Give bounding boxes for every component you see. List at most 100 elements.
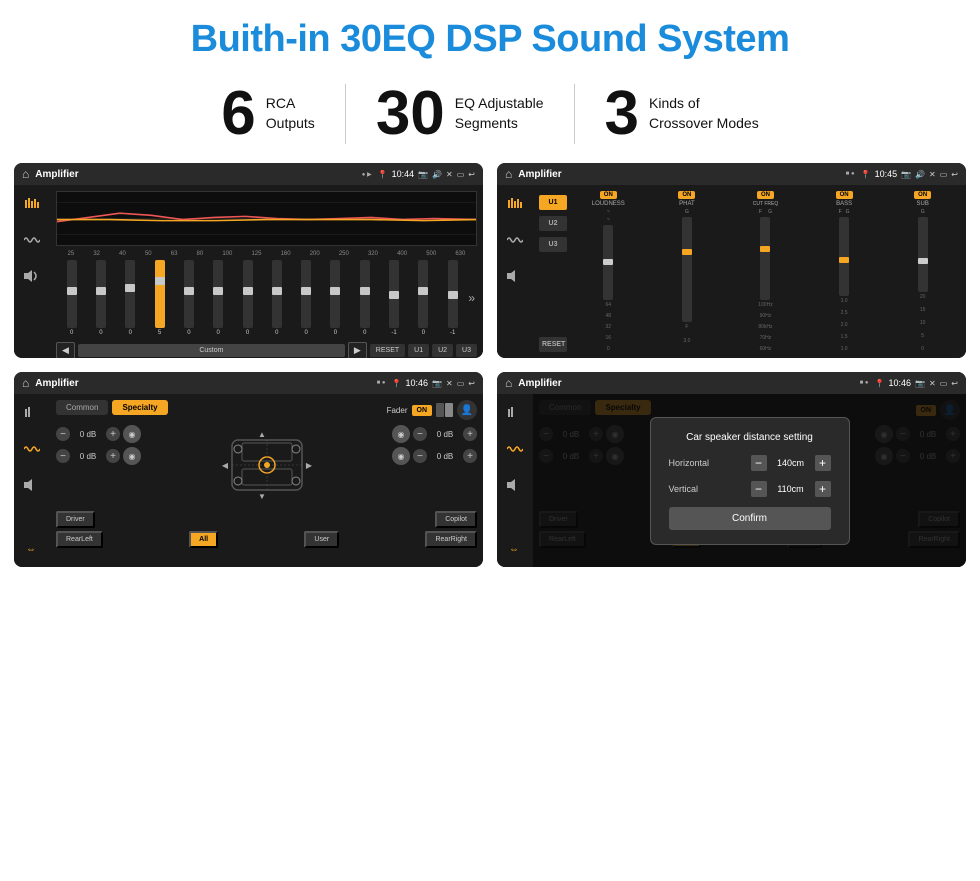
eq-slider-8[interactable]: 0 (263, 260, 290, 336)
vertical-plus[interactable]: + (815, 481, 831, 497)
eq-graph (56, 191, 477, 246)
band-on-phat[interactable]: ON (678, 191, 695, 199)
plus-btn-3[interactable]: + (463, 427, 477, 441)
back-icon-3[interactable]: ↩ (468, 379, 475, 388)
minus-btn-1[interactable]: − (56, 427, 70, 441)
horizontal-plus[interactable]: + (815, 455, 831, 471)
tab-specialty[interactable]: Specialty (112, 400, 167, 415)
spread-icon-3[interactable]: ⇔ (21, 537, 43, 559)
eq-next-button[interactable]: ▶ (348, 342, 367, 358)
eq-slider-2[interactable]: 0 (87, 260, 114, 336)
eq-u3-button[interactable]: U3 (456, 344, 477, 357)
spread-icon-4[interactable]: ⇔ (504, 537, 526, 559)
side-icons-1 (14, 185, 50, 358)
svg-text:▲: ▲ (258, 430, 266, 439)
wave-side-icon-3[interactable] (21, 438, 43, 460)
eq-u1-button[interactable]: U1 (408, 344, 429, 357)
chevron-right-icon[interactable]: » (468, 291, 475, 305)
back-icon-1[interactable]: ↩ (468, 170, 475, 179)
plus-btn-1[interactable]: + (106, 427, 120, 441)
home-icon-4[interactable]: ⌂ (505, 376, 512, 390)
svg-text:▼: ▼ (258, 492, 266, 501)
user-icon-3[interactable]: 👤 (457, 400, 477, 420)
band-on-bass[interactable]: ON (836, 191, 853, 199)
eq-slider-1[interactable]: 0 (58, 260, 85, 336)
band-on-cutfreq[interactable]: ON (757, 191, 774, 199)
band-slider-cutfreq[interactable] (760, 217, 770, 300)
eq-slider-9[interactable]: 0 (293, 260, 320, 336)
features-row: 6 RCA Outputs 30 EQ Adjustable Segments … (0, 75, 980, 163)
eq-slider-3[interactable]: 0 (117, 260, 144, 336)
driver-button[interactable]: Driver (56, 511, 95, 528)
eq-side-icon-1[interactable] (21, 193, 43, 215)
eq-slider-5[interactable]: 0 (175, 260, 202, 336)
preset-u1[interactable]: U1 (539, 195, 567, 210)
band-name-cutfreq: CUT FREQ (753, 201, 778, 207)
feature-number-3: 3 (605, 83, 639, 145)
screen1: ⌂ Amplifier ● ▶ 📍 10:44 📷 🔊 ✕ ▭ ↩ (14, 163, 483, 358)
eq-u2-button[interactable]: U2 (432, 344, 453, 357)
band-on-loudness[interactable]: ON (600, 191, 617, 199)
rearright-button[interactable]: RearRight (425, 531, 477, 548)
eq-slider-13[interactable]: 0 (410, 260, 437, 336)
eq-slider-12[interactable]: -1 (380, 260, 407, 336)
eq-side-icon-2[interactable] (504, 193, 526, 215)
minus-btn-3[interactable]: − (413, 427, 427, 441)
dialog-title: Car speaker distance setting (669, 432, 831, 443)
home-icon-3[interactable]: ⌂ (22, 376, 29, 390)
eq-slider-10[interactable]: 0 (322, 260, 349, 336)
plus-btn-4[interactable]: + (463, 449, 477, 463)
feature-item-2: 30 EQ Adjustable Segments (346, 83, 574, 145)
vol-side-icon-4[interactable] (504, 474, 526, 496)
eq-reset-button[interactable]: RESET (370, 344, 405, 357)
battery-icon-4: ▭ (940, 379, 948, 388)
distance-dialog: Car speaker distance setting Horizontal … (650, 417, 850, 545)
vertical-minus[interactable]: − (751, 481, 767, 497)
band-slider-bass[interactable] (839, 217, 849, 296)
home-icon-2[interactable]: ⌂ (505, 167, 512, 181)
reset-btn-2[interactable]: RESET (539, 337, 567, 352)
eq-slider-7[interactable]: 0 (234, 260, 261, 336)
eq-side-icon-4[interactable] (504, 402, 526, 424)
db-value-2: 0 dB (73, 452, 103, 461)
plus-btn-2[interactable]: + (106, 449, 120, 463)
copilot-button[interactable]: Copilot (435, 511, 477, 528)
vol-side-icon-3[interactable] (21, 474, 43, 496)
tab-common[interactable]: Common (56, 400, 108, 415)
eq-side-icon-3[interactable] (21, 402, 43, 424)
home-icon-1[interactable]: ⌂ (22, 167, 29, 181)
back-icon-2[interactable]: ↩ (951, 170, 958, 179)
location-icon-4: 📍 (875, 379, 885, 388)
preset-u2[interactable]: U2 (539, 216, 567, 231)
eq-slider-14[interactable]: -1 (439, 260, 466, 336)
minus-btn-2[interactable]: − (56, 449, 70, 463)
rearleft-button[interactable]: RearLeft (56, 531, 103, 548)
user-button[interactable]: User (304, 531, 339, 548)
eq-slider-4[interactable]: 5 (146, 260, 173, 336)
battery-icon-2: ▭ (940, 170, 948, 179)
status-title-3: Amplifier (35, 378, 370, 389)
band-slider-loudness[interactable] (603, 225, 613, 300)
vol-side-icon-1[interactable] (21, 265, 43, 287)
wave-side-icon-2[interactable] (504, 229, 526, 251)
band-on-sub[interactable]: ON (914, 191, 931, 199)
eq-prev-button[interactable]: ◀ (56, 342, 75, 358)
vol-side-icon-2[interactable] (504, 265, 526, 287)
status-bar-1: ⌂ Amplifier ● ▶ 📍 10:44 📷 🔊 ✕ ▭ ↩ (14, 163, 483, 185)
band-slider-phat[interactable] (682, 217, 692, 322)
eq-slider-11[interactable]: 0 (351, 260, 378, 336)
fader-on-badge[interactable]: ON (412, 405, 433, 416)
back-icon-4[interactable]: ↩ (951, 379, 958, 388)
minus-btn-4[interactable]: − (413, 449, 427, 463)
all-button[interactable]: All (189, 531, 218, 548)
eq-slider-6[interactable]: 0 (205, 260, 232, 336)
confirm-button[interactable]: Confirm (669, 507, 831, 530)
wave-side-icon-4[interactable] (504, 438, 526, 460)
preset-u3[interactable]: U3 (539, 237, 567, 252)
side-icons-3: ⇔ (14, 394, 50, 567)
battery-icon-3: ▭ (457, 379, 465, 388)
wave-side-icon-1[interactable] (21, 229, 43, 251)
band-slider-sub[interactable] (918, 217, 928, 292)
band-phat: ON PHAT G F3.0 (650, 191, 725, 352)
horizontal-minus[interactable]: − (751, 455, 767, 471)
